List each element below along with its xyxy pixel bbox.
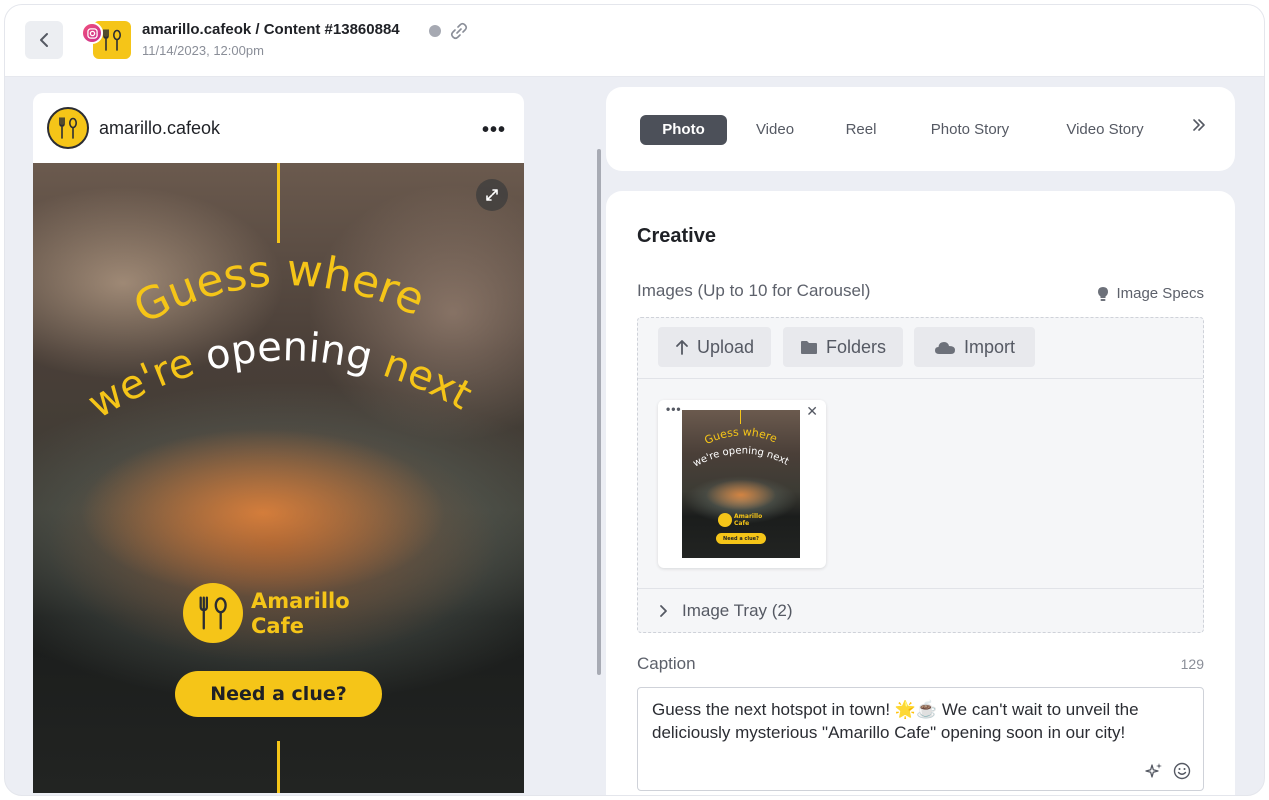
brand-name-line-2: Cafe xyxy=(251,614,304,638)
svg-text:Guess where: Guess where xyxy=(126,245,432,334)
thumbnail-headline-line-2: we're opening next xyxy=(691,445,790,469)
headline-line-1: Guess where xyxy=(126,245,432,334)
brand-lockup: Amarillo Cafe xyxy=(183,583,383,645)
image-specs-link[interactable]: Image Specs xyxy=(1097,285,1204,302)
arrow-up-icon xyxy=(676,340,688,355)
chevron-left-icon xyxy=(40,33,48,47)
post-account-name: amarillo.cafeok xyxy=(99,118,221,138)
section-title: Creative xyxy=(637,225,716,247)
caption-char-count: 129 xyxy=(1180,656,1204,672)
folder-icon xyxy=(800,340,817,354)
sparkle-icon[interactable] xyxy=(1145,762,1163,780)
fork-spoon-icon xyxy=(59,117,78,139)
headline-word-opening: opening xyxy=(201,324,377,381)
panel-splitter[interactable] xyxy=(597,149,601,675)
svg-text:we're opening next: we're opening next xyxy=(691,445,790,469)
post-image: Guess where we're opening next Amarillo … xyxy=(33,163,524,793)
headline-word-next: next xyxy=(378,341,480,419)
image-tray-label: Image Tray (2) xyxy=(682,600,793,620)
upload-label: Upload xyxy=(696,336,755,357)
tab-photo[interactable]: Photo xyxy=(640,115,727,145)
post-header: amarillo.cafeok ••• xyxy=(33,93,524,163)
thumbnail-brand-line-2: Cafe xyxy=(734,520,750,527)
image-specs-label: Image Specs xyxy=(1116,285,1204,302)
emoji-icon[interactable] xyxy=(1173,762,1191,780)
link-icon[interactable] xyxy=(449,22,469,40)
image-dropzone[interactable]: Upload Folders Import ••• ✕ Guess where … xyxy=(637,317,1204,633)
brand-logo xyxy=(183,583,243,643)
app-window: amarillo.cafeok / Content #13860884 11/1… xyxy=(4,4,1265,796)
fork-spoon-icon xyxy=(199,596,227,630)
brand-name: Amarillo Cafe xyxy=(251,589,350,639)
tab-video-story[interactable]: Video Story xyxy=(1052,115,1158,145)
upload-button[interactable]: Upload xyxy=(658,327,771,367)
cloud-icon xyxy=(934,341,955,354)
thumbnail-brand-name: Amarillo Cafe xyxy=(734,513,762,527)
post-headline: Guess where we're opening next xyxy=(80,245,479,428)
content-header: amarillo.cafeok / Content #13860884 11/1… xyxy=(5,5,1264,77)
caption-textarea[interactable]: Guess the next hotspot in town! 🌟☕ We ca… xyxy=(637,687,1204,791)
creative-panel: Creative Images (Up to 10 for Carousel) … xyxy=(606,191,1235,795)
tab-reel[interactable]: Reel xyxy=(832,115,890,145)
images-label: Images (Up to 10 for Carousel) xyxy=(637,281,871,300)
decorative-line xyxy=(740,410,741,424)
content-title: amarillo.cafeok / Content #13860884 xyxy=(142,21,400,38)
tab-video[interactable]: Video xyxy=(742,115,808,145)
instagram-icon xyxy=(81,22,103,44)
svg-text:we're opening: we're opening next xyxy=(80,324,479,428)
caption-text[interactable]: Guess the next hotspot in town! 🌟☕ We ca… xyxy=(652,700,1139,742)
headline-word-were: we're xyxy=(80,340,199,428)
image-tray-toggle[interactable]: Image Tray (2) xyxy=(638,588,1203,632)
decorative-line xyxy=(277,741,280,793)
image-thumbnail[interactable]: ••• ✕ Guess where we're opening next Ama… xyxy=(658,400,826,568)
brand-name-line-1: Amarillo xyxy=(251,589,350,613)
thumbnail-more-icon[interactable]: ••• xyxy=(666,402,682,416)
caption-label: Caption xyxy=(637,654,696,673)
caption-tools xyxy=(1145,762,1191,780)
thumbnail-image: Guess where we're opening next Amarillo … xyxy=(682,410,800,558)
back-button[interactable] xyxy=(25,21,63,59)
import-label: Import xyxy=(963,336,1015,357)
chevron-right-icon xyxy=(660,604,667,617)
more-tabs-icon[interactable] xyxy=(1191,117,1207,138)
import-button[interactable]: Import xyxy=(914,327,1035,367)
upload-toolbar: Upload Folders Import xyxy=(638,318,1203,379)
more-options-icon[interactable]: ••• xyxy=(482,119,506,142)
thumbnail-headline-line-1: Guess where xyxy=(703,425,780,447)
thumbnail-brand-logo xyxy=(718,513,732,527)
lightbulb-icon xyxy=(1098,286,1109,301)
close-icon[interactable]: ✕ xyxy=(806,403,818,420)
post-avatar xyxy=(47,107,89,149)
folders-button[interactable]: Folders xyxy=(783,327,903,367)
folders-label: Folders xyxy=(825,336,887,357)
status-dot xyxy=(429,25,441,37)
svg-text:Guess where: Guess where xyxy=(703,425,780,447)
thumbnail-cta: Need a clue? xyxy=(716,533,766,544)
post-type-selector: Photo Video Reel Photo Story Video Story xyxy=(606,87,1235,171)
thumbnail-brand-line-1: Amarillo xyxy=(734,513,763,520)
post-preview: amarillo.cafeok ••• Guess where we're op… xyxy=(33,93,524,793)
thumbnail-headline: Guess where we're opening next xyxy=(691,425,790,469)
content-timestamp: 11/14/2023, 12:00pm xyxy=(142,43,264,58)
decorative-line xyxy=(277,163,280,243)
tab-photo-story[interactable]: Photo Story xyxy=(918,115,1022,145)
expand-icon[interactable] xyxy=(476,179,508,211)
cta-pill: Need a clue? xyxy=(175,671,382,717)
